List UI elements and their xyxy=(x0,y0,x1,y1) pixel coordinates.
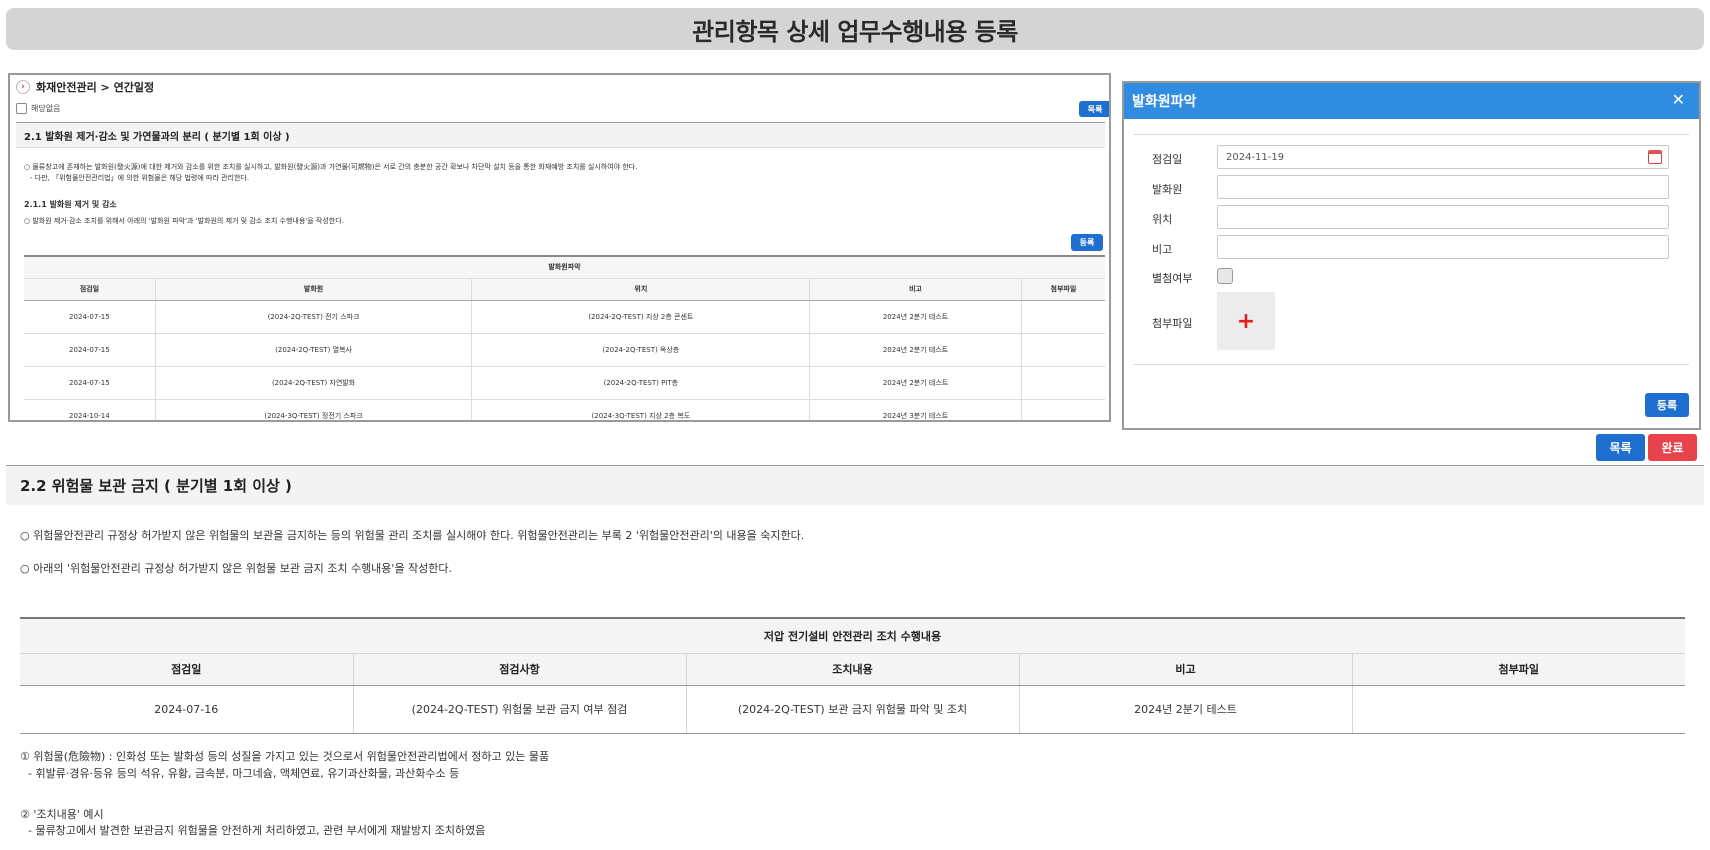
mini-paragraph-1: ○ 물류창고에 존재하는 발화원(發火源)에 대한 제거와 감소를 위한 조치를… xyxy=(24,163,638,171)
date-value: 2024-11-19 xyxy=(1226,151,1285,163)
table-cell xyxy=(1021,300,1105,334)
table-header: 점검일 xyxy=(20,653,354,686)
breadcrumb: › 화재안전관리 > 연간일정 xyxy=(16,79,154,95)
table-cell: 2024년 2분기 테스트 xyxy=(809,300,1022,334)
location-input[interactable] xyxy=(1217,205,1669,229)
table-cell: 2024-07-15 xyxy=(24,300,156,334)
mini-paragraph-2: - 다만, 「위험물안전관리법」에 의한 위험물은 해당 법령에 따라 관리한다… xyxy=(30,174,250,182)
table-cell: 2024년 2분기 테스트 xyxy=(809,366,1022,400)
table-cell: (2024-2Q-TEST) 옥상층 xyxy=(471,333,811,367)
checkbox-box[interactable] xyxy=(16,103,27,114)
ignition-source-modal: 발화원파악 ✕ 점검일 2024-11-19 발화원 위치 비고 별첨여부 첨부… xyxy=(1122,81,1701,430)
table-cell: (2024-2Q-TEST) 위험물 보관 금지 여부 점검 xyxy=(353,685,687,734)
table-row[interactable]: 2024-07-16 (2024-2Q-TEST) 위험물 보관 금지 여부 점… xyxy=(20,685,1685,734)
upload-plus-icon[interactable]: + xyxy=(1217,292,1275,350)
table-header: 위치 xyxy=(471,278,811,301)
date-label: 점검일 xyxy=(1152,153,1183,166)
divider xyxy=(1134,134,1689,135)
date-field[interactable]: 2024-11-19 xyxy=(1217,145,1669,169)
table-header: 조치내용 xyxy=(686,653,1020,686)
mini-paragraph-3: ○ 발화원 제거·감소 조치를 위해서 아래의 '발화원 파악'과 '발화원의 … xyxy=(24,217,344,225)
divider xyxy=(1134,364,1689,365)
embedded-view-frame: › 화재안전관리 > 연간일정 해당없음 목록 2.1 발화원 제거·감소 및 … xyxy=(8,73,1111,422)
location-label: 위치 xyxy=(1152,213,1173,226)
table-cell: (2024-2Q-TEST) 전기 스파크 xyxy=(155,300,473,334)
mini-register-button[interactable]: 등록 xyxy=(1071,234,1103,251)
table-cell: (2024-3Q-TEST) 정전기 스파크 xyxy=(155,399,473,420)
section-paragraph-2: ○ 아래의 '위험물안전관리 규정상 허가받지 않은 위험물 보관 금지 조치 … xyxy=(20,562,453,575)
ignition-source-table: 발화원파악 점검일 발화원 위치 비고 첨부파일 2024-07-15 (202… xyxy=(24,255,1105,420)
section-paragraph-1: ○ 위험물안전관리 규정상 허가받지 않은 위험물의 보관을 금지하는 등의 위… xyxy=(20,529,805,542)
table-cell: 2024-10-14 xyxy=(24,399,156,420)
mini-list-button[interactable]: 목록 xyxy=(1079,101,1109,117)
table-header: 점검일 xyxy=(24,278,156,301)
mini-subsection-title: 2.1.1 발화원 제거 및 감소 xyxy=(24,200,117,209)
table-cell: (2024-2Q-TEST) 열복사 xyxy=(155,333,473,367)
table-header: 비고 xyxy=(1019,653,1353,686)
table-header: 비고 xyxy=(809,278,1022,301)
hazard-storage-table: 저압 전기설비 안전관리 조치 수행내용 점검일 점검사항 조치내용 비고 첨부… xyxy=(20,617,1685,734)
section-title-2-2: 2.2 위험물 보관 금지 ( 분기별 1회 이상 ) xyxy=(6,465,1704,505)
table-row[interactable]: 2024-07-15 (2024-2Q-TEST) 자연발화 (2024-2Q-… xyxy=(24,366,1105,400)
modal-register-button[interactable]: 등록 xyxy=(1645,393,1689,417)
table-row[interactable]: 2024-07-15 (2024-2Q-TEST) 전기 스파크 (2024-2… xyxy=(24,300,1105,334)
not-applicable-label: 해당없음 xyxy=(31,104,61,113)
table-cell: (2024-2Q-TEST) 지상 2층 콘센트 xyxy=(471,300,811,334)
modal-header: 발화원파악 ✕ xyxy=(1124,83,1699,119)
breadcrumb-text: 화재안전관리 > 연간일정 xyxy=(36,81,155,94)
list-button[interactable]: 목록 xyxy=(1596,434,1645,461)
table-cell xyxy=(1352,685,1685,734)
not-applicable-checkbox[interactable]: 해당없음 xyxy=(16,103,60,114)
table-cell: 2024년 3분기 테스트 xyxy=(809,399,1022,420)
table-cell: (2024-3Q-TEST) 지상 2층 복도 xyxy=(471,399,811,420)
modal-title: 발화원파악 xyxy=(1132,94,1197,110)
table-row[interactable]: 2024-10-14 (2024-3Q-TEST) 정전기 스파크 (2024-… xyxy=(24,399,1105,420)
section-title-2-1: 2.1 발화원 제거·감소 및 가연물과의 분리 ( 분기별 1회 이상 ) xyxy=(16,122,1105,148)
source-label: 발화원 xyxy=(1152,183,1183,196)
table-cell: (2024-2Q-TEST) 보관 금지 위험물 파악 및 조치 xyxy=(686,685,1020,734)
table-cell: 2024-07-15 xyxy=(24,366,156,400)
note-input[interactable] xyxy=(1217,235,1669,259)
note-label: 비고 xyxy=(1152,243,1173,256)
attach-flag-label: 별첨여부 xyxy=(1152,272,1193,285)
table-cell: 2024-07-15 xyxy=(24,333,156,367)
table-caption: 발화원파악 xyxy=(24,255,1105,279)
table-cell: 2024-07-16 xyxy=(20,685,354,734)
attach-flag-checkbox[interactable] xyxy=(1217,268,1233,284)
table-cell: (2024-2Q-TEST) 자연발화 xyxy=(155,366,473,400)
page-title: 관리항목 상세 업무수행내용 등록 xyxy=(6,8,1704,50)
close-icon[interactable]: ✕ xyxy=(1672,90,1685,109)
table-cell: 2024년 2분기 테스트 xyxy=(809,333,1022,367)
note-2-detail: - 물류창고에서 발견한 보관금지 위험물을 안전하게 처리하였고, 관련 부서… xyxy=(28,824,486,837)
note-2-title: ② '조치내용' 예시 xyxy=(20,808,104,821)
table-header: 발화원 xyxy=(155,278,473,301)
table-cell: (2024-2Q-TEST) PIT층 xyxy=(471,366,811,400)
attach-label: 첨부파일 xyxy=(1152,317,1193,330)
source-input[interactable] xyxy=(1217,175,1669,199)
table-cell xyxy=(1021,366,1105,400)
calendar-icon[interactable] xyxy=(1648,150,1662,164)
table-cell: 2024년 2분기 테스트 xyxy=(1019,685,1353,734)
complete-button[interactable]: 완료 xyxy=(1648,434,1697,461)
chevron-right-icon: › xyxy=(16,80,30,94)
table-header: 첨부파일 xyxy=(1021,278,1105,301)
table-header: 첨부파일 xyxy=(1352,653,1685,686)
table-cell xyxy=(1021,333,1105,367)
table-caption: 저압 전기설비 안전관리 조치 수행내용 xyxy=(20,617,1685,654)
table-cell xyxy=(1021,399,1105,420)
table-header: 점검사항 xyxy=(353,653,687,686)
note-1-title: ① 위험물(危險物) : 인화성 또는 발화성 등의 성질을 가지고 있는 것으… xyxy=(20,750,550,763)
table-row[interactable]: 2024-07-15 (2024-2Q-TEST) 열복사 (2024-2Q-T… xyxy=(24,333,1105,367)
note-1-detail: - 휘발류·경유·등유 등의 석유, 유황, 금속분, 마그네슘, 액체연료, … xyxy=(28,767,460,780)
